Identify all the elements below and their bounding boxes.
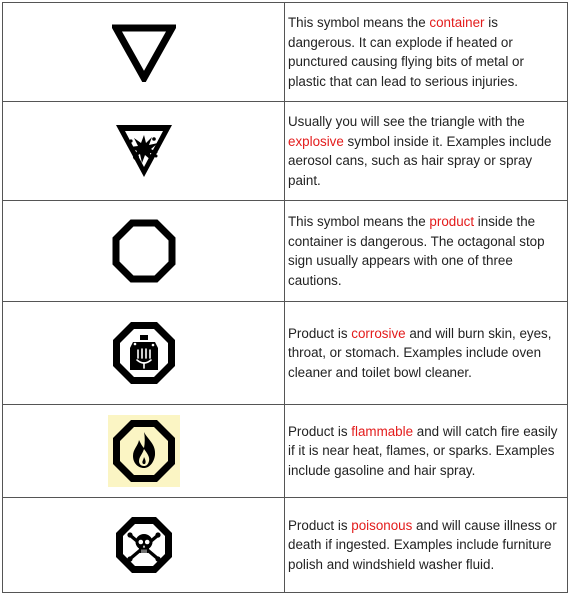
flammable-octagon-icon (107, 415, 180, 487)
icon-cell (2, 404, 285, 498)
explosive-triangle-icon (115, 125, 172, 177)
description-text: Usually you will see the triangle with t… (288, 114, 525, 129)
description-text: This symbol means the (288, 15, 430, 30)
hazard-triangle-icon (111, 24, 176, 82)
description-cell: This symbol means the product inside the… (284, 200, 568, 302)
table-row: This symbol means the product inside the… (2, 200, 568, 302)
corrosive-octagon-icon (112, 322, 175, 384)
description-text: This symbol means the (288, 214, 430, 229)
description-text: Product is (288, 517, 352, 533)
description-cell: Usually you will see the triangle with t… (284, 101, 568, 201)
highlighted-term: product (429, 214, 475, 229)
table-row: Usually you will see the triangle with t… (2, 101, 568, 201)
table-row: Product is flammable and will catch fire… (2, 404, 568, 498)
hazard-symbols-table: This symbol means the container is dange… (2, 2, 568, 593)
table-row: Product is corrosive and will burn skin,… (2, 301, 568, 405)
highlighted-term: explosive (288, 133, 344, 149)
icon-cell (2, 200, 285, 302)
octagon-icon (112, 219, 175, 283)
icon-cell (2, 2, 285, 102)
description-cell: This symbol means the container is dange… (284, 2, 568, 102)
poison-octagon-icon (115, 517, 172, 573)
description-text: Product is (288, 423, 352, 439)
description-cell: Product is corrosive and will burn skin,… (284, 301, 568, 405)
icon-cell (2, 101, 285, 201)
highlighted-term: container (429, 15, 485, 30)
highlighted-term: corrosive (351, 325, 406, 341)
table-row: This symbol means the container is dange… (2, 2, 568, 102)
icon-cell (2, 301, 285, 405)
icon-cell (2, 497, 285, 593)
table-row: Product is poisonous and will cause illn… (2, 497, 568, 593)
description-cell: Product is flammable and will catch fire… (284, 404, 568, 498)
description-text: Product is (288, 325, 352, 341)
highlighted-term: poisonous (351, 517, 413, 533)
highlighted-term: flammable (351, 423, 414, 439)
description-cell: Product is poisonous and will cause illn… (284, 497, 568, 593)
